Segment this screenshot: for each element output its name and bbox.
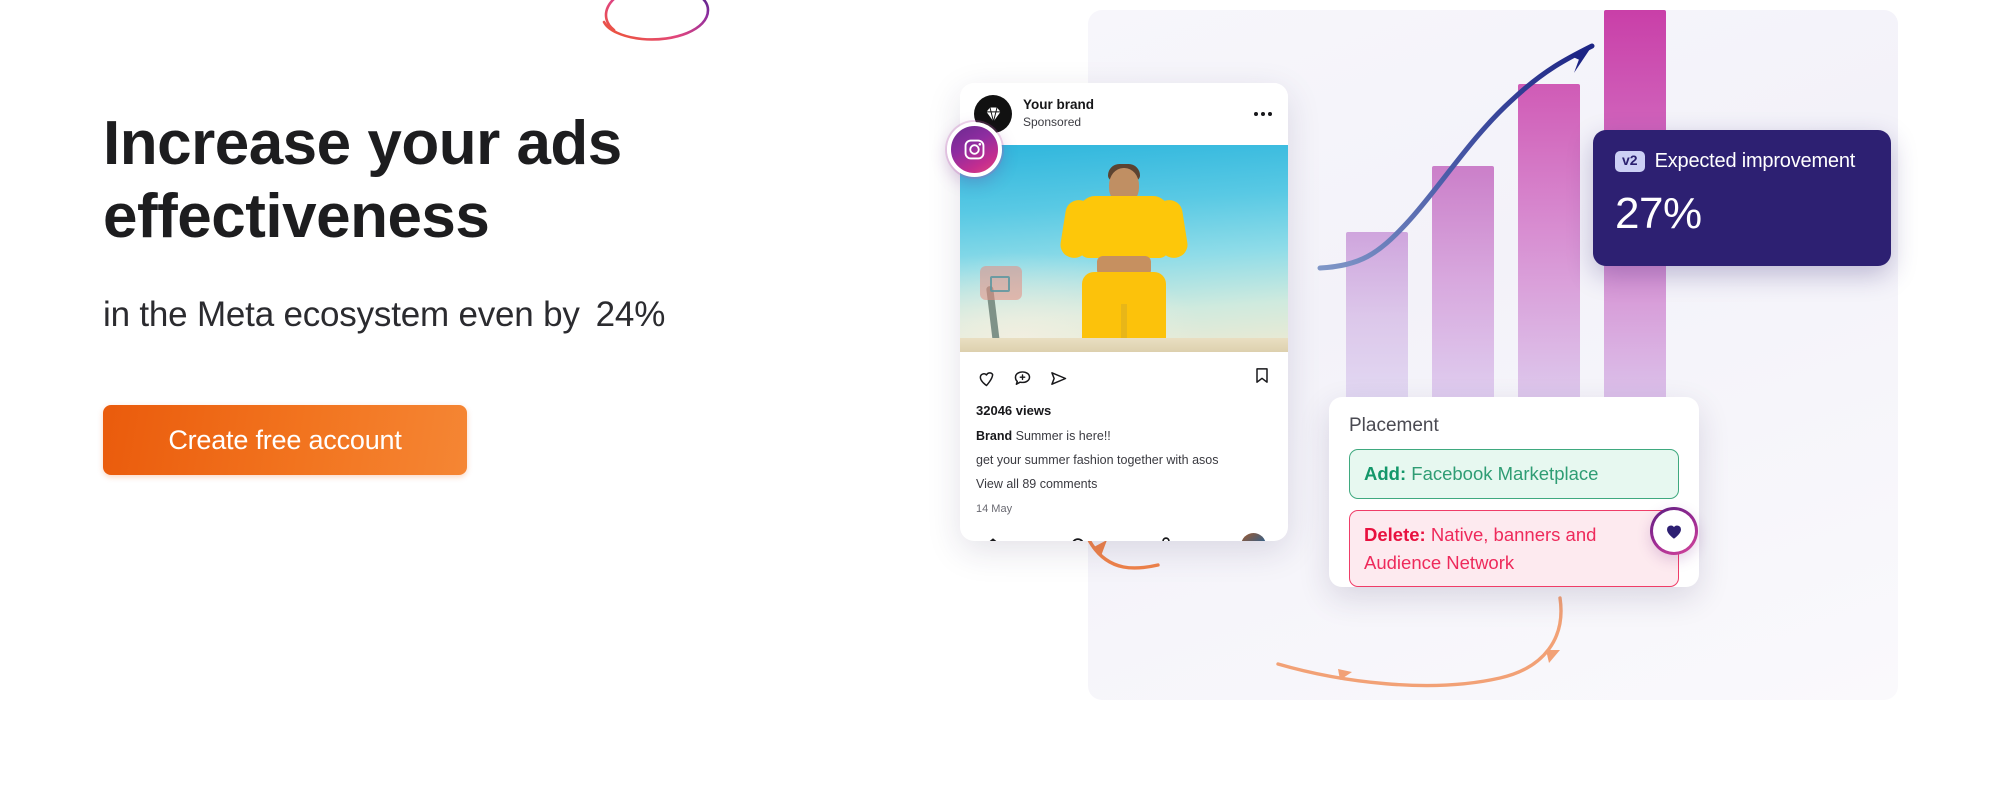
hero-subtitle-text: in the Meta ecosystem even by xyxy=(103,295,580,335)
instagram-post-card[interactable]: Your brand Sponsored 32046 views Brand S… xyxy=(960,83,1288,541)
share-icon[interactable] xyxy=(1048,368,1069,389)
home-icon[interactable] xyxy=(982,535,1004,542)
placement-title: Placement xyxy=(1349,415,1439,436)
hero-subtitle-highlight: 24% xyxy=(595,295,666,335)
hero-illustration: Your brand Sponsored 32046 views Brand S… xyxy=(947,0,1999,785)
caption-text: Summer is here!! xyxy=(1015,428,1111,443)
placement-add-chip[interactable]: Add: Facebook Marketplace xyxy=(1349,449,1679,499)
post-actions xyxy=(960,352,1288,395)
heart-badge[interactable] xyxy=(1650,507,1698,555)
hero-copy: Increase your ads effectiveness in the M… xyxy=(103,108,883,335)
caption-second-line: get your summer fashion together with as… xyxy=(976,453,1219,468)
hero-section: Increase your ads effectiveness in the M… xyxy=(0,0,1999,785)
view-count: 32046 views xyxy=(976,403,1052,418)
brand-info: Your brand Sponsored xyxy=(1023,97,1254,130)
post-header: Your brand Sponsored xyxy=(960,83,1288,145)
placement-card: Placement Add: Facebook Marketplace Dele… xyxy=(1329,397,1699,588)
caption-first-line: Brand Summer is here!! xyxy=(976,424,1272,448)
improvement-value: 27% xyxy=(1615,189,1702,238)
more-options-icon[interactable] xyxy=(1254,112,1274,116)
model-figure xyxy=(1058,162,1190,352)
comment-icon[interactable] xyxy=(1012,368,1033,389)
placement-add-action: Add: xyxy=(1364,463,1407,484)
create-account-button[interactable]: Create free account xyxy=(103,405,467,475)
shop-icon[interactable] xyxy=(1155,535,1177,542)
instagram-badge[interactable] xyxy=(947,122,1002,177)
improvement-label: Expected improvement xyxy=(1654,150,1856,172)
hero-subtitle: in the Meta ecosystem even by 24% xyxy=(103,295,883,335)
page-title: Increase your ads effectiveness xyxy=(103,109,622,251)
app-bottom-nav xyxy=(960,521,1288,541)
placement-delete-chip[interactable]: Delete: Native, banners and Audience Net… xyxy=(1349,509,1679,588)
placement-delete-action: Delete: xyxy=(1364,523,1426,545)
expected-improvement-card: v2 Expected improvement 27% xyxy=(1593,130,1891,266)
view-comments-link[interactable]: View all 89 comments xyxy=(976,472,1272,496)
brand-name: Your brand xyxy=(1023,97,1095,113)
diamond-icon xyxy=(986,106,1000,122)
bookmark-icon[interactable] xyxy=(1252,365,1272,386)
basketball-hoop-box xyxy=(990,276,1010,292)
sponsored-label: Sponsored xyxy=(1023,115,1082,130)
search-icon[interactable] xyxy=(1068,535,1090,542)
ground-strip xyxy=(960,338,1288,352)
post-image xyxy=(960,145,1288,352)
instagram-icon xyxy=(964,139,985,160)
caption-author: Brand xyxy=(976,428,1013,443)
placement-add-value: Facebook Marketplace xyxy=(1411,463,1599,484)
profile-avatar[interactable] xyxy=(1240,533,1266,541)
post-caption: 32046 views Brand Summer is here!! get y… xyxy=(960,395,1288,521)
post-date: 14 May xyxy=(976,502,1013,515)
heart-icon xyxy=(1667,525,1681,539)
like-icon[interactable] xyxy=(976,368,997,389)
circle-annotation-icon xyxy=(602,0,710,41)
version-badge: v2 xyxy=(1615,151,1645,172)
